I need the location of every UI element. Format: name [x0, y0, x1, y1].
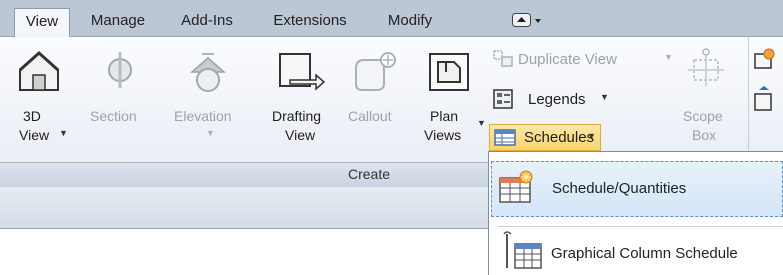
elevation-marker-icon — [190, 53, 226, 92]
house-icon — [18, 50, 60, 91]
tab-modify[interactable]: Modify — [372, 8, 448, 36]
schedule-quantities-label: Schedule/Quantities — [552, 180, 687, 197]
3d-view-button[interactable]: 3D View ▼ — [8, 40, 70, 152]
section-label: Section — [90, 108, 137, 124]
drafting-view-button[interactable]: Drafting View — [266, 40, 336, 152]
callout-button[interactable]: Callout — [344, 40, 410, 152]
sheet-icon — [754, 48, 775, 111]
drafting-view-icon — [279, 53, 326, 91]
tab-extensions[interactable]: Extensions — [262, 8, 358, 36]
panel-separator — [748, 37, 749, 162]
elevation-label: Elevation — [174, 108, 232, 124]
menu-item-schedule-quantities[interactable]: Schedule/Quantities — [491, 161, 783, 217]
legends-label: Legends — [528, 91, 586, 108]
plan-views-label-line2: Views — [424, 127, 462, 143]
ribbon-tab-bar: View Manage Add-Ins Extensions Modify — [0, 0, 783, 37]
schedule-table-icon — [494, 129, 516, 146]
scope-box-label-line1: Scope — [683, 108, 723, 124]
section-button[interactable]: Section — [80, 40, 160, 152]
plan-views-icon — [429, 53, 469, 91]
scope-box-label-line2: Box — [692, 127, 717, 143]
create-panel-label: Create — [348, 166, 391, 182]
tab-add-ins[interactable]: Add-Ins — [168, 8, 246, 36]
chevron-down-icon: ▼ — [206, 128, 215, 138]
tab-view[interactable]: View — [14, 8, 70, 37]
callout-label: Callout — [348, 108, 392, 124]
plan-views-button[interactable]: Plan Views ▼ — [420, 40, 486, 152]
menu-divider — [498, 226, 783, 227]
3d-view-label-line1: 3D — [23, 108, 41, 124]
panel-toggle-button[interactable] — [512, 12, 542, 30]
scope-box-icon — [688, 48, 724, 86]
legends-button[interactable]: Legends ▼ — [490, 88, 620, 112]
chevron-down-icon: ▼ — [59, 128, 68, 138]
section-marker-icon — [108, 52, 132, 88]
chevron-down-icon: ▼ — [587, 131, 596, 141]
drafting-view-label-line1: Drafting — [272, 108, 322, 124]
graphical-column-schedule-label: Graphical Column Schedule — [551, 245, 738, 262]
schedules-label: Schedules — [524, 129, 595, 146]
legends-icon — [493, 89, 513, 109]
drafting-view-label-line2: View — [285, 127, 316, 143]
menu-item-graphical-column-schedule[interactable]: Graphical Column Schedule — [491, 228, 783, 275]
elevation-button[interactable]: Elevation ▼ — [168, 40, 258, 152]
duplicate-view-label: Duplicate View — [518, 51, 617, 68]
panel-toggle-icon — [512, 13, 541, 27]
graphical-column-schedule-icon — [503, 231, 542, 269]
scope-box-button[interactable]: Scope Box — [672, 40, 742, 152]
chevron-down-icon: ▼ — [600, 92, 609, 102]
callout-icon — [355, 52, 396, 91]
plan-views-label-line1: Plan — [430, 108, 459, 124]
schedule-quantities-icon — [499, 170, 533, 203]
duplicate-view-button[interactable]: Duplicate View ▼ — [490, 48, 680, 72]
3d-view-label-line2: View — [19, 127, 50, 143]
schedules-button[interactable]: Schedules ▼ — [489, 124, 601, 151]
tab-manage[interactable]: Manage — [76, 8, 160, 36]
duplicate-view-icon — [493, 50, 513, 67]
chevron-down-icon: ▼ — [477, 118, 486, 128]
